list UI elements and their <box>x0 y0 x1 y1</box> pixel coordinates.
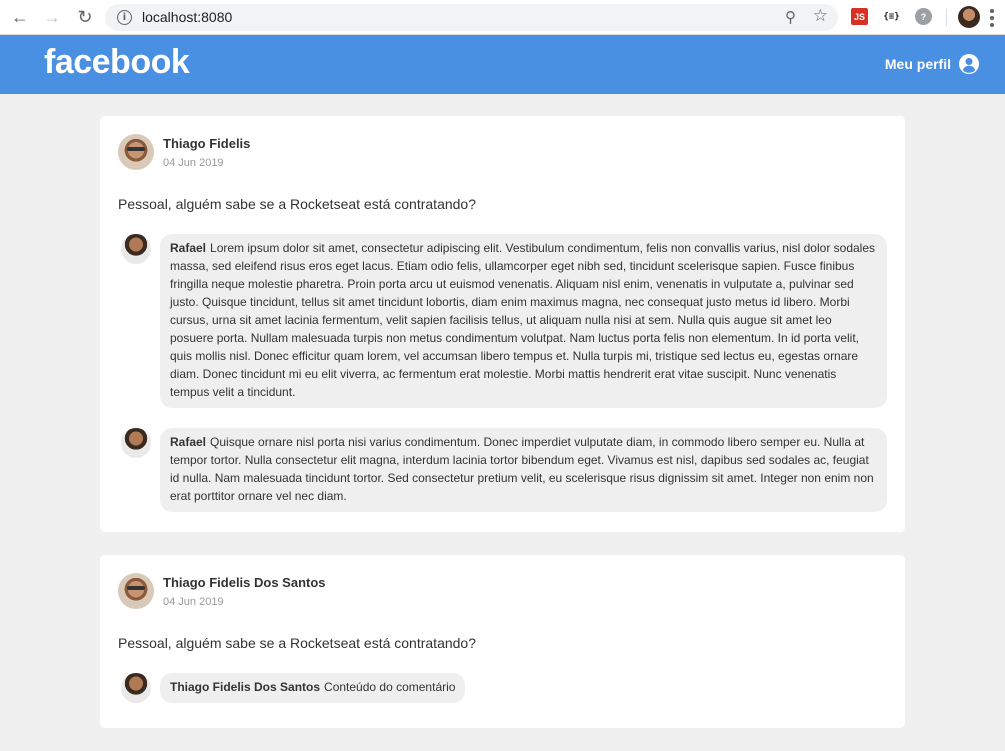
info-icon[interactable]: i <box>117 10 132 25</box>
extension-red-icon[interactable]: JS <box>851 8 868 25</box>
comment-bubble: Rafael Lorem ipsum dolor sit amet, consec… <box>160 234 887 408</box>
user-circle-icon[interactable] <box>959 54 979 74</box>
browser-toolbar: ← → ↻ i localhost:8080 ⚲ ☆ JS {≡} ? <box>0 0 1005 35</box>
comment-list: Rafael Lorem ipsum dolor sit amet, consec… <box>118 234 887 512</box>
my-profile-label[interactable]: Meu perfil <box>885 56 951 72</box>
post-content: Pessoal, alguém sabe se a Rocketseat est… <box>118 196 476 212</box>
post-card: Thiago Fidelis 04 Jun 2019 Pessoal, algu… <box>100 116 905 532</box>
comment-bubble: Thiago Fidelis Dos Santos Conteúdo do com… <box>160 673 466 703</box>
author-avatar[interactable] <box>118 134 154 170</box>
browser-menu-icon[interactable] <box>990 9 994 27</box>
comment-bubble: Rafael Quisque ornare nisl porta nisi var… <box>160 428 887 512</box>
post-content: Pessoal, alguém sabe se a Rocketseat est… <box>118 635 476 651</box>
commenter-avatar[interactable] <box>121 673 151 703</box>
comment: Thiago Fidelis Dos Santos Conteúdo do com… <box>118 673 466 703</box>
author-info: Thiago Fidelis Dos Santos 04 Jun 2019 <box>163 575 326 608</box>
commenter-avatar[interactable] <box>121 428 151 458</box>
my-profile-link[interactable]: Meu perfil <box>885 54 979 74</box>
url-text[interactable]: localhost:8080 <box>142 9 232 25</box>
comment-author[interactable]: Thiago Fidelis Dos Santos <box>170 680 320 694</box>
author-info: Thiago Fidelis 04 Jun 2019 <box>163 136 250 169</box>
reload-icon[interactable]: ↻ <box>74 6 96 28</box>
comment-author[interactable]: Rafael <box>170 241 206 255</box>
zoom-icon[interactable]: ⚲ <box>785 8 796 26</box>
commenter-avatar[interactable] <box>121 234 151 264</box>
bookmark-star-icon[interactable]: ☆ <box>813 6 828 26</box>
toolbar-divider <box>946 9 947 26</box>
facebook-logo[interactable]: facebook <box>44 43 190 82</box>
post-header: Thiago Fidelis 04 Jun 2019 <box>118 134 887 170</box>
comment: Rafael Quisque ornare nisl porta nisi var… <box>118 428 887 512</box>
app-header: facebook Meu perfil <box>0 35 1005 94</box>
post-date: 04 Jun 2019 <box>163 156 224 169</box>
comment-author[interactable]: Rafael <box>170 435 206 449</box>
author-avatar[interactable] <box>118 573 154 609</box>
comment-text: Lorem ipsum dolor sit amet, consectetur … <box>170 241 876 399</box>
comment-text: Quisque ornare nisl porta nisi varius co… <box>170 435 874 503</box>
post-header: Thiago Fidelis Dos Santos 04 Jun 2019 <box>118 573 887 609</box>
comment-list: Thiago Fidelis Dos Santos Conteúdo do com… <box>118 673 887 708</box>
author-name[interactable]: Thiago Fidelis <box>163 136 250 151</box>
extension-gray-icon[interactable]: ? <box>915 8 932 25</box>
post-date: 04 Jun 2019 <box>163 595 224 608</box>
back-arrow-icon[interactable]: ← <box>9 6 31 28</box>
comment: Rafael Lorem ipsum dolor sit amet, consec… <box>118 234 887 408</box>
address-bar[interactable]: i localhost:8080 ⚲ ☆ <box>105 4 838 31</box>
post-feed: Thiago Fidelis 04 Jun 2019 Pessoal, algu… <box>100 116 905 751</box>
author-name[interactable]: Thiago Fidelis Dos Santos <box>163 575 326 590</box>
forward-arrow-icon[interactable]: → <box>41 6 63 28</box>
comment-text: Conteúdo do comentário <box>324 680 456 694</box>
extension-json-icon[interactable]: {≡} <box>883 8 900 25</box>
post-card: Thiago Fidelis Dos Santos 04 Jun 2019 Pe… <box>100 555 905 728</box>
browser-profile-avatar[interactable] <box>958 6 980 28</box>
